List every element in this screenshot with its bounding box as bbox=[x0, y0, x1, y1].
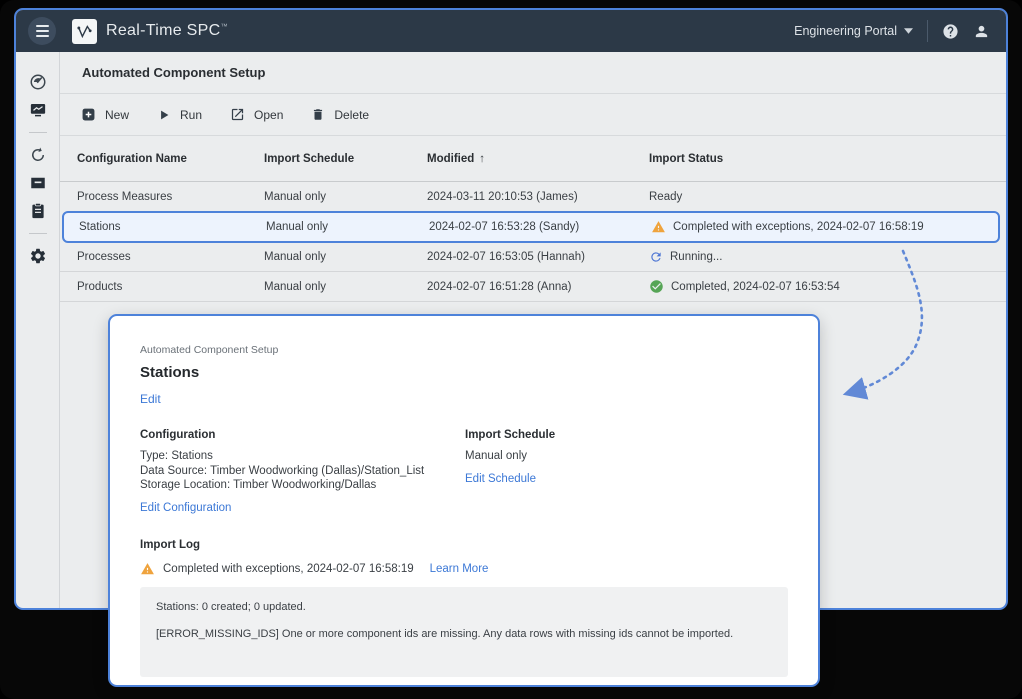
open-button[interactable]: Open bbox=[230, 107, 283, 122]
import-log-status: Completed with exceptions, 2024-02-07 16… bbox=[140, 562, 788, 576]
open-external-icon bbox=[230, 107, 245, 122]
screenshot-frame: Real-Time SPC™ Engineering Portal bbox=[0, 0, 1022, 699]
col-import-status[interactable]: Import Status bbox=[649, 153, 1006, 165]
gear-icon bbox=[29, 247, 47, 265]
status-text: Ready bbox=[649, 191, 682, 203]
user-button[interactable] bbox=[973, 23, 990, 40]
clipboard-icon bbox=[29, 202, 47, 220]
new-button[interactable]: New bbox=[81, 107, 129, 122]
table-row[interactable]: Products Manual only 2024-02-07 16:51:28… bbox=[60, 272, 1006, 302]
hamburger-icon bbox=[36, 25, 49, 27]
sidebar-item-sync[interactable] bbox=[23, 141, 53, 169]
config-data-source: Data Source: Timber Woodworking (Dallas)… bbox=[140, 464, 465, 479]
chevron-down-icon bbox=[904, 28, 913, 34]
app-bar: Real-Time SPC™ Engineering Portal bbox=[16, 10, 1006, 52]
status-text: Running... bbox=[670, 251, 722, 263]
monitor-chart-icon bbox=[29, 101, 47, 119]
log-line: [ERROR_MISSING_IDS] One or more componen… bbox=[156, 628, 772, 640]
col-modified[interactable]: Modified↑ bbox=[427, 153, 649, 165]
col-import-schedule[interactable]: Import Schedule bbox=[264, 153, 427, 165]
gauge-icon bbox=[29, 73, 47, 91]
table-header: Configuration Name Import Schedule Modif… bbox=[60, 136, 1006, 182]
sidebar-item-clipboard[interactable] bbox=[23, 197, 53, 225]
help-icon bbox=[942, 23, 959, 40]
col-configuration-name[interactable]: Configuration Name bbox=[77, 153, 264, 165]
sidebar-item-dashboard[interactable] bbox=[23, 68, 53, 96]
schedule-value: Manual only bbox=[465, 449, 555, 464]
config-type: Type: Stations bbox=[140, 449, 465, 464]
user-icon bbox=[973, 23, 990, 40]
storage-box-icon bbox=[29, 174, 47, 192]
sidebar-divider bbox=[29, 233, 47, 234]
status-text: Completed with exceptions, 2024-02-07 16… bbox=[163, 563, 414, 575]
panel-title: Stations bbox=[140, 364, 788, 381]
delete-button[interactable]: Delete bbox=[311, 107, 369, 122]
brand-title: Real-Time SPC™ bbox=[106, 22, 228, 40]
status-text: Completed with exceptions, 2024-02-07 16… bbox=[673, 221, 924, 233]
import-schedule-section: Import Schedule Manual only Edit Schedul… bbox=[465, 429, 555, 516]
sidebar-item-settings[interactable] bbox=[23, 242, 53, 270]
log-line: Stations: 0 created; 0 updated. bbox=[156, 601, 772, 613]
sync-icon bbox=[29, 146, 47, 164]
learn-more-link[interactable]: Learn More bbox=[430, 563, 489, 575]
table-row[interactable]: Process Measures Manual only 2024-03-11 … bbox=[60, 182, 1006, 212]
appbar-right: Engineering Portal bbox=[794, 20, 990, 42]
page-title-bar: Automated Component Setup bbox=[60, 52, 1006, 94]
sidebar-divider bbox=[29, 132, 47, 133]
check-circle-icon bbox=[649, 279, 664, 294]
status-text: Completed, 2024-02-07 16:53:54 bbox=[671, 281, 840, 293]
warning-icon bbox=[140, 562, 155, 576]
edit-schedule-link[interactable]: Edit Schedule bbox=[465, 473, 536, 485]
table-row-selected[interactable]: Stations Manual only 2024-02-07 16:53:28… bbox=[62, 211, 1000, 243]
configuration-section: Configuration Type: Stations Data Source… bbox=[140, 429, 465, 516]
help-button[interactable] bbox=[942, 23, 959, 40]
edit-link[interactable]: Edit bbox=[140, 392, 161, 406]
config-storage-location: Storage Location: Timber Woodworking/Dal… bbox=[140, 478, 465, 493]
appbar-divider bbox=[927, 20, 928, 42]
sort-asc-icon: ↑ bbox=[479, 153, 485, 165]
sidebar-item-monitor[interactable] bbox=[23, 96, 53, 124]
edit-configuration-link[interactable]: Edit Configuration bbox=[140, 502, 231, 514]
table-row[interactable]: Processes Manual only 2024-02-07 16:53:0… bbox=[60, 242, 1006, 272]
sidebar-item-storage[interactable] bbox=[23, 169, 53, 197]
import-log-box: Stations: 0 created; 0 updated. [ERROR_M… bbox=[140, 587, 788, 677]
sidebar bbox=[16, 52, 60, 608]
detail-panel: Automated Component Setup Stations Edit … bbox=[108, 314, 820, 687]
menu-button[interactable] bbox=[28, 17, 56, 45]
refresh-running-icon bbox=[649, 250, 663, 264]
run-button[interactable]: Run bbox=[157, 108, 202, 122]
panel-columns: Configuration Type: Stations Data Source… bbox=[140, 429, 788, 516]
import-log-heading: Import Log bbox=[140, 539, 788, 551]
toolbar: New Run Open bbox=[60, 94, 1006, 136]
trash-icon bbox=[311, 107, 325, 122]
plus-square-icon bbox=[81, 107, 96, 122]
play-icon bbox=[157, 108, 171, 122]
configuration-heading: Configuration bbox=[140, 429, 465, 441]
warning-icon bbox=[651, 220, 666, 234]
panel-breadcrumb: Automated Component Setup bbox=[140, 344, 788, 356]
portal-selector[interactable]: Engineering Portal bbox=[794, 24, 913, 38]
import-schedule-heading: Import Schedule bbox=[465, 429, 555, 441]
page-title: Automated Component Setup bbox=[82, 65, 265, 80]
app-logo-icon bbox=[72, 19, 97, 44]
